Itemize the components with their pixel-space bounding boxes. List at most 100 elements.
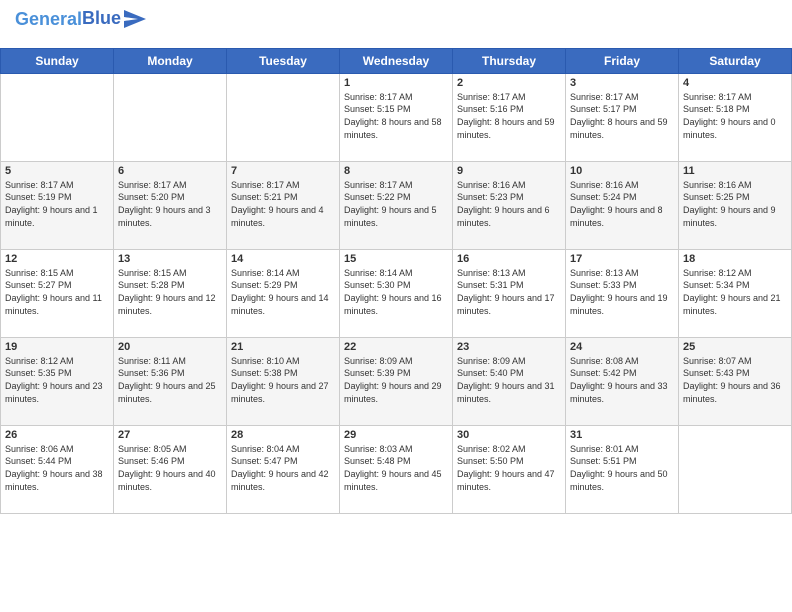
calendar-day-17: 17 Sunrise: 8:13 AMSunset: 5:33 PMDayligh… [566,249,679,337]
day-info: Sunrise: 8:09 AMSunset: 5:39 PMDaylight:… [344,355,448,405]
day-number: 11 [683,165,787,177]
weekday-header-thursday: Thursday [453,48,566,73]
calendar-day-7: 7 Sunrise: 8:17 AMSunset: 5:21 PMDaylight… [227,161,340,249]
weekday-header-sunday: Sunday [1,48,114,73]
day-number: 23 [457,341,561,353]
day-info: Sunrise: 8:15 AMSunset: 5:27 PMDaylight:… [5,267,109,317]
day-number: 18 [683,253,787,265]
day-number: 29 [344,429,448,441]
day-number: 9 [457,165,561,177]
day-number: 20 [118,341,222,353]
day-info: Sunrise: 8:17 AMSunset: 5:18 PMDaylight:… [683,91,787,141]
weekday-header-wednesday: Wednesday [340,48,453,73]
weekday-header-tuesday: Tuesday [227,48,340,73]
calendar-day-1: 1Sunrise: 8:17 AMSunset: 5:15 PMDaylight… [340,73,453,161]
day-info: Sunrise: 8:17 AMSunset: 5:17 PMDaylight:… [570,91,674,141]
weekday-header-friday: Friday [566,48,679,73]
day-info: Sunrise: 8:12 AMSunset: 5:34 PMDaylight:… [683,267,787,317]
day-number: 4 [683,77,787,89]
empty-cell [1,73,114,161]
day-number: 25 [683,341,787,353]
day-info: Sunrise: 8:13 AMSunset: 5:31 PMDaylight:… [457,267,561,317]
day-number: 31 [570,429,674,441]
weekday-header-monday: Monday [114,48,227,73]
calendar-table: SundayMondayTuesdayWednesdayThursdayFrid… [0,48,792,514]
calendar-day-9: 9 Sunrise: 8:16 AMSunset: 5:23 PMDaylight… [453,161,566,249]
day-info: Sunrise: 8:07 AMSunset: 5:43 PMDaylight:… [683,355,787,405]
day-info: Sunrise: 8:17 AMSunset: 5:22 PMDaylight:… [344,179,448,229]
day-info: Sunrise: 8:17 AMSunset: 5:20 PMDaylight:… [118,179,222,229]
logo-arrow-icon [124,10,146,28]
day-info: Sunrise: 8:17 AMSunset: 5:15 PMDaylight:… [344,91,448,141]
calendar-day-28: 28 Sunrise: 8:04 AMSunset: 5:47 PMDayligh… [227,425,340,513]
calendar-day-30: 30Sunrise: 8:02 AMSunset: 5:50 PMDayligh… [453,425,566,513]
day-info: Sunrise: 8:17 AMSunset: 5:16 PMDaylight:… [457,91,561,141]
day-number: 10 [570,165,674,177]
calendar-day-20: 20 Sunrise: 8:11 AMSunset: 5:36 PMDayligh… [114,337,227,425]
calendar-day-23: 23 Sunrise: 8:09 AMSunset: 5:40 PMDayligh… [453,337,566,425]
day-info: Sunrise: 8:16 AMSunset: 5:25 PMDaylight:… [683,179,787,229]
calendar-day-6: 6 Sunrise: 8:17 AMSunset: 5:20 PMDaylight… [114,161,227,249]
calendar-day-27: 27 Sunrise: 8:05 AMSunset: 5:46 PMDayligh… [114,425,227,513]
day-number: 27 [118,429,222,441]
calendar-body: 1Sunrise: 8:17 AMSunset: 5:15 PMDaylight… [1,73,792,513]
calendar-day-21: 21 Sunrise: 8:10 AMSunset: 5:38 PMDayligh… [227,337,340,425]
day-info: Sunrise: 8:14 AMSunset: 5:29 PMDaylight:… [231,267,335,317]
day-number: 19 [5,341,109,353]
calendar-row: 26Sunrise: 8:06 AMSunset: 5:44 PMDayligh… [1,425,792,513]
day-info: Sunrise: 8:09 AMSunset: 5:40 PMDaylight:… [457,355,561,405]
day-info: Sunrise: 8:05 AMSunset: 5:46 PMDaylight:… [118,443,222,493]
day-number: 17 [570,253,674,265]
day-number: 22 [344,341,448,353]
calendar-row: 19Sunrise: 8:12 AMSunset: 5:35 PMDayligh… [1,337,792,425]
day-info: Sunrise: 8:13 AMSunset: 5:33 PMDaylight:… [570,267,674,317]
day-info: Sunrise: 8:16 AMSunset: 5:24 PMDaylight:… [570,179,674,229]
day-number: 5 [5,165,109,177]
day-info: Sunrise: 8:15 AMSunset: 5:28 PMDaylight:… [118,267,222,317]
day-number: 7 [231,165,335,177]
calendar-day-4: 4 Sunrise: 8:17 AMSunset: 5:18 PMDaylight… [679,73,792,161]
calendar-day-11: 11 Sunrise: 8:16 AMSunset: 5:25 PMDayligh… [679,161,792,249]
day-info: Sunrise: 8:17 AMSunset: 5:21 PMDaylight:… [231,179,335,229]
weekday-header-row: SundayMondayTuesdayWednesdayThursdayFrid… [1,48,792,73]
day-number: 3 [570,77,674,89]
day-info: Sunrise: 8:08 AMSunset: 5:42 PMDaylight:… [570,355,674,405]
calendar-day-24: 24 Sunrise: 8:08 AMSunset: 5:42 PMDayligh… [566,337,679,425]
day-number: 21 [231,341,335,353]
day-info: Sunrise: 8:02 AMSunset: 5:50 PMDaylight:… [457,443,561,493]
logo: General Blue [15,10,146,30]
day-info: Sunrise: 8:14 AMSunset: 5:30 PMDaylight:… [344,267,448,317]
day-number: 13 [118,253,222,265]
calendar-day-19: 19Sunrise: 8:12 AMSunset: 5:35 PMDayligh… [1,337,114,425]
calendar-day-14: 14 Sunrise: 8:14 AMSunset: 5:29 PMDayligh… [227,249,340,337]
calendar-day-22: 22 Sunrise: 8:09 AMSunset: 5:39 PMDayligh… [340,337,453,425]
day-number: 16 [457,253,561,265]
day-number: 8 [344,165,448,177]
empty-cell [114,73,227,161]
calendar-row: 5Sunrise: 8:17 AMSunset: 5:19 PMDaylight… [1,161,792,249]
empty-cell [227,73,340,161]
calendar-row: 1Sunrise: 8:17 AMSunset: 5:15 PMDaylight… [1,73,792,161]
calendar-day-3: 3 Sunrise: 8:17 AMSunset: 5:17 PMDaylight… [566,73,679,161]
day-number: 15 [344,253,448,265]
day-info: Sunrise: 8:06 AMSunset: 5:44 PMDaylight:… [5,443,109,493]
day-info: Sunrise: 8:16 AMSunset: 5:23 PMDaylight:… [457,179,561,229]
calendar-day-16: 16 Sunrise: 8:13 AMSunset: 5:31 PMDayligh… [453,249,566,337]
day-number: 14 [231,253,335,265]
calendar-row: 12Sunrise: 8:15 AMSunset: 5:27 PMDayligh… [1,249,792,337]
day-info: Sunrise: 8:11 AMSunset: 5:36 PMDaylight:… [118,355,222,405]
day-info: Sunrise: 8:01 AMSunset: 5:51 PMDaylight:… [570,443,674,493]
day-number: 2 [457,77,561,89]
calendar-day-31: 31 Sunrise: 8:01 AMSunset: 5:51 PMDayligh… [566,425,679,513]
day-info: Sunrise: 8:10 AMSunset: 5:38 PMDaylight:… [231,355,335,405]
day-number: 24 [570,341,674,353]
calendar-day-18: 18 Sunrise: 8:12 AMSunset: 5:34 PMDayligh… [679,249,792,337]
logo-text: General [15,10,82,30]
day-number: 28 [231,429,335,441]
day-info: Sunrise: 8:04 AMSunset: 5:47 PMDaylight:… [231,443,335,493]
logo-blue: Blue [82,8,121,29]
page-header: General Blue [15,10,777,30]
day-number: 6 [118,165,222,177]
calendar-day-12: 12Sunrise: 8:15 AMSunset: 5:27 PMDayligh… [1,249,114,337]
day-info: Sunrise: 8:03 AMSunset: 5:48 PMDaylight:… [344,443,448,493]
